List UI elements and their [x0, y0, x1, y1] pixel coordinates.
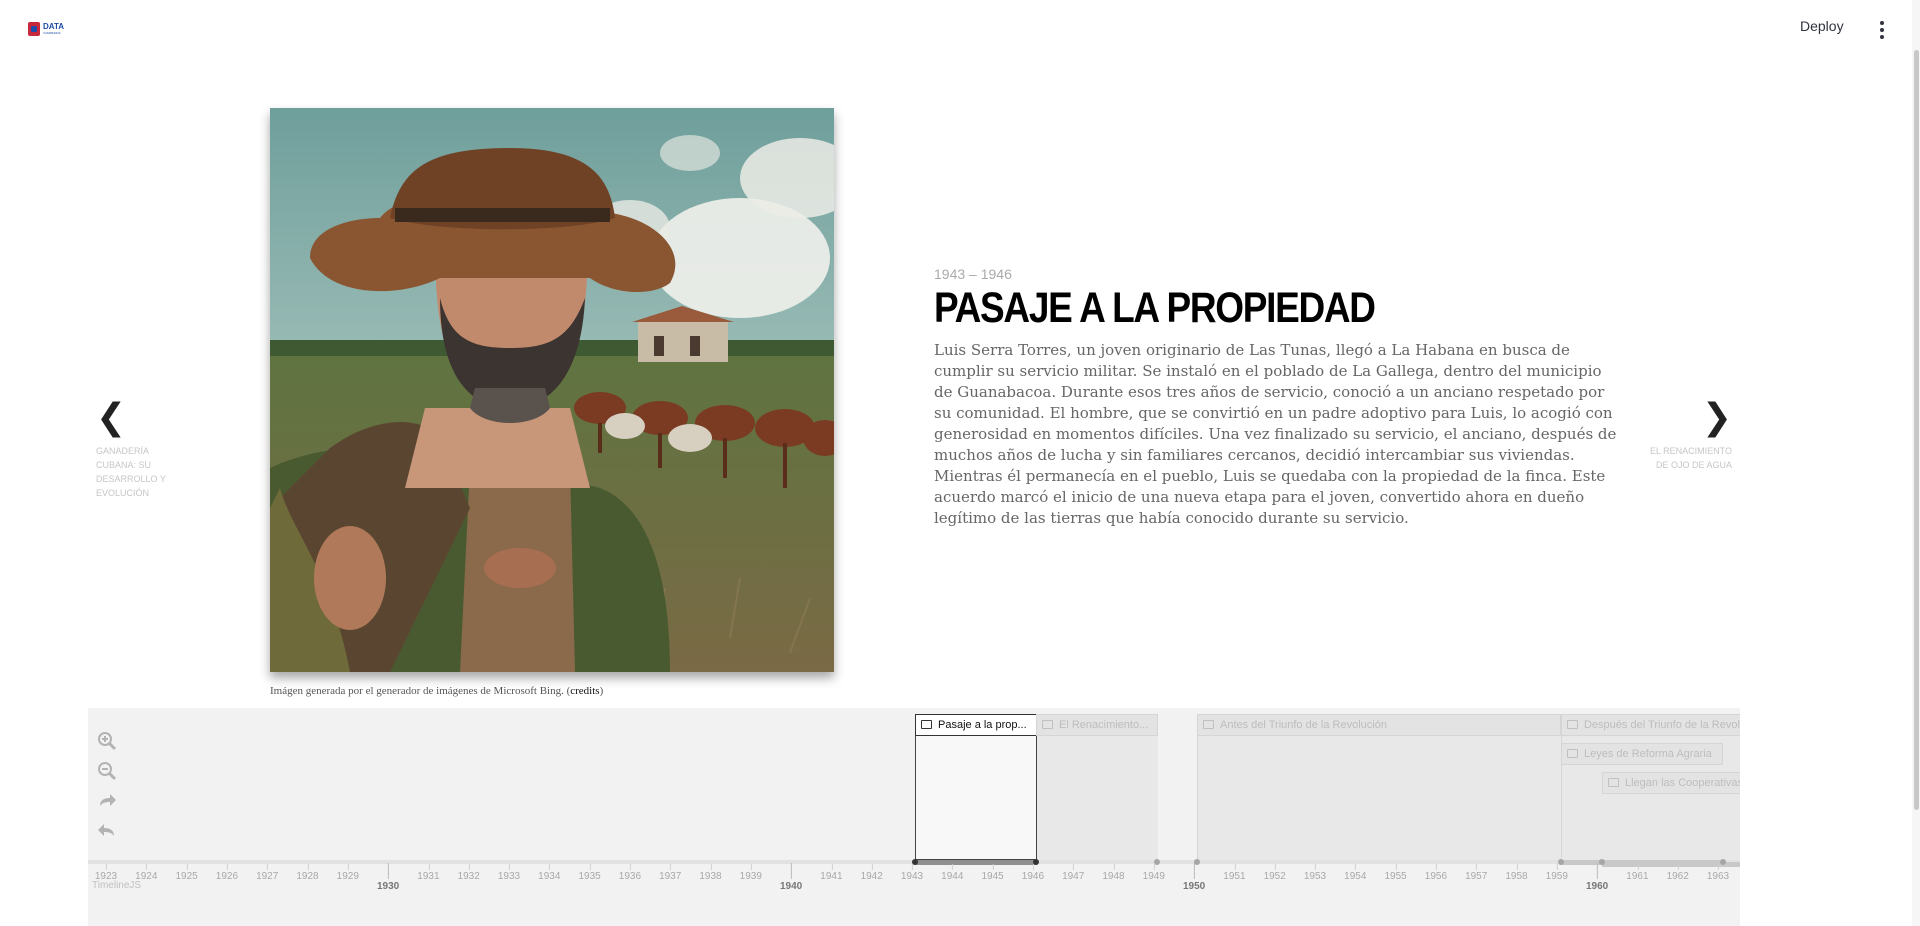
timeline-dot	[1154, 859, 1160, 865]
timeline-dot	[1720, 859, 1726, 865]
image-icon	[1203, 720, 1214, 729]
year-tick: 1958	[1505, 864, 1528, 882]
slide-body-text: Luis Serra Torres, un joven originario d…	[934, 341, 1617, 527]
scrollbar-thumb[interactable]	[1914, 50, 1919, 810]
marker-body	[1197, 734, 1561, 860]
caption-text: Imágen generada por el generador de imág…	[270, 685, 571, 697]
logo-text-bottom: CAMPESINA	[43, 31, 61, 35]
year-tick: 1934	[538, 864, 561, 882]
year-tick: 1956	[1424, 864, 1448, 882]
year-tick: 1937	[659, 864, 682, 882]
logo-text: DATA CAMPESINA	[43, 22, 65, 36]
slide-image	[270, 108, 834, 672]
timeline-marker-renacimiento[interactable]: El Renacimiento...	[1036, 714, 1158, 736]
decade-tick: 1940	[779, 863, 803, 892]
marker-label: El Renacimiento...	[1059, 719, 1149, 731]
slide-headline: PASAJE A LA PROPIEDAD	[934, 284, 1376, 332]
marker-label: Pasaje a la prop...	[938, 719, 1027, 731]
year-tick: 1948	[1102, 864, 1125, 882]
year-tick: 1931	[417, 864, 440, 882]
next-slide-label: EL RENACIMIENTO DE OJO DE AGUA	[1649, 446, 1732, 470]
year-tick: 1935	[578, 864, 601, 882]
undo-icon[interactable]	[96, 820, 118, 842]
year-tick: 1959	[1545, 864, 1568, 882]
timeline-dot	[1599, 859, 1605, 865]
timeline-dot	[1033, 859, 1039, 865]
year-tick: 1928	[296, 864, 319, 882]
year-tick: 1947	[1062, 864, 1085, 882]
marker-label: Llegan las Cooperativas	[1625, 777, 1740, 789]
logo-text-top: DATA	[43, 22, 65, 31]
next-slide-button[interactable]: ❯ EL RENACIMIENTO DE OJO DE AGUA	[1640, 400, 1732, 472]
image-icon	[921, 720, 932, 729]
year-tick: 1942	[860, 864, 883, 882]
decade-tick: 1930	[376, 863, 400, 892]
year-tick: 1927	[256, 864, 279, 882]
marker-label: Antes del Triunfo de la Revolución	[1220, 719, 1387, 731]
year-tick: 1946	[1021, 864, 1045, 882]
chevron-left-icon: ❮	[96, 397, 127, 438]
timeline-navigator[interactable]: Pasaje a la prop... El Renacimiento... A…	[88, 708, 1740, 926]
credits-link[interactable]: credits	[570, 685, 599, 697]
year-tick: 1944	[941, 864, 964, 882]
year-tick: 1961	[1626, 864, 1649, 882]
year-tick: 1925	[175, 864, 198, 882]
year-tick: 1941	[820, 864, 843, 882]
year-tick: 1949	[1142, 864, 1165, 882]
logo-mark	[28, 22, 40, 36]
image-icon	[1567, 720, 1578, 729]
year-tick: 1945	[981, 864, 1004, 882]
caption-end: )	[599, 685, 604, 697]
decade-tick: 1960	[1585, 863, 1609, 892]
timeline-marker-pasaje[interactable]: Pasaje a la prop...	[915, 714, 1037, 736]
marker-body	[1036, 734, 1158, 860]
year-tick: 1939	[739, 864, 762, 882]
image-icon	[1608, 778, 1619, 787]
decade-tick: 1950	[1182, 863, 1206, 892]
chevron-right-icon: ❯	[1701, 397, 1732, 438]
main-menu-icon[interactable]	[1872, 16, 1892, 44]
year-tick: 1938	[699, 864, 722, 882]
timelinejs-credit[interactable]: TimelineJS	[92, 880, 141, 891]
slide-date: 1943 – 1946	[934, 266, 1012, 282]
deploy-button[interactable]: Deploy	[1800, 18, 1844, 34]
top-bar: DATA CAMPESINA Deploy	[0, 0, 1920, 60]
year-tick: 1957	[1465, 864, 1488, 882]
app-logo[interactable]: DATA CAMPESINA	[28, 20, 66, 38]
image-icon	[1042, 720, 1053, 729]
year-tick: 1936	[618, 864, 642, 882]
year-tick: 1954	[1344, 864, 1367, 882]
image-icon	[1567, 749, 1578, 758]
timeline-marker-cooperativas[interactable]: Llegan las Cooperativas	[1602, 772, 1740, 794]
timeline-marker-reforma-agraria[interactable]: Leyes de Reforma Agraria	[1561, 743, 1723, 765]
year-tick: 1929	[336, 864, 359, 882]
timeline-dot	[1558, 859, 1564, 865]
year-tick: 1926	[215, 864, 239, 882]
timeline-marker-despues-triunfo[interactable]: Después del Triunfo de la Revolución	[1561, 714, 1740, 736]
zoom-out-icon[interactable]	[96, 760, 118, 782]
active-era-bar	[915, 860, 1036, 865]
zoom-in-icon[interactable]	[96, 730, 118, 752]
year-tick: 1952	[1263, 864, 1286, 882]
timeline-marker-antes-triunfo[interactable]: Antes del Triunfo de la Revolución	[1197, 714, 1561, 736]
image-caption: Imágen generada por el generador de imág…	[270, 685, 603, 697]
marker-label: Leyes de Reforma Agraria	[1584, 748, 1712, 760]
year-tick: 1943	[900, 864, 924, 882]
year-tick: 1955	[1384, 864, 1407, 882]
active-marker-body	[915, 734, 1037, 860]
redo-icon[interactable]	[96, 790, 118, 812]
year-tick: 1951	[1223, 864, 1246, 882]
year-tick: 1963	[1706, 864, 1730, 882]
year-tick: 1962	[1666, 864, 1689, 882]
timeline-tools	[96, 730, 120, 850]
year-tick: 1932	[457, 864, 480, 882]
year-tick: 1953	[1303, 864, 1327, 882]
year-tick: 1933	[497, 864, 521, 882]
previous-slide-button[interactable]: ❮ GANADERÍA CUBANA: SU DESARROLLO Y EVOL…	[96, 400, 186, 500]
marker-label: Después del Triunfo de la Revolución	[1584, 719, 1740, 731]
previous-slide-label: GANADERÍA CUBANA: SU DESARROLLO Y EVOLUC…	[96, 446, 166, 498]
